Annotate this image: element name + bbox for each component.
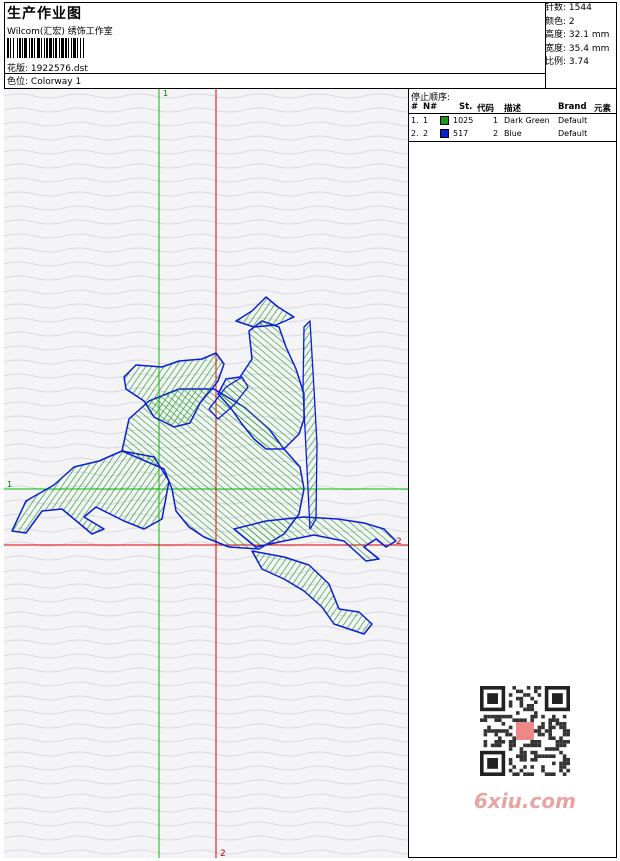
- col-element: 元素: [594, 104, 612, 114]
- row-brand: Default: [558, 129, 588, 138]
- stat-height: 高度: 32.1 mm: [545, 30, 610, 41]
- marker-top: 1: [163, 89, 168, 98]
- col-description: 描述: [504, 104, 522, 114]
- stat-colors: 颜色: 2: [545, 16, 575, 27]
- stop-sequence-panel: 停止顺序: # N# St. 代码 描述 Brand 元素 1. 1 1025 …: [409, 89, 617, 142]
- marker-bottom: 2: [220, 849, 226, 858]
- stat-scale: 比例: 3.74: [545, 57, 589, 68]
- row-description: Dark Green: [504, 116, 550, 125]
- marker-right: 2: [396, 537, 402, 547]
- design-label: 花版:: [7, 64, 29, 74]
- company-name: Wilcom(汇宏) 绣饰工作室: [7, 27, 113, 37]
- row-n: 1: [423, 116, 429, 125]
- design-canvas[interactable]: 1 1 2 2: [4, 89, 409, 858]
- row-stitches: 1025: [453, 116, 474, 125]
- color-row[interactable]: 2. 2 517 2 Blue Default: [409, 128, 617, 140]
- col-n: N#: [423, 102, 438, 112]
- header-info: 生产作业图 Wilcom(汇宏) 绣饰工作室 花版: 1922576.dst 色…: [4, 2, 546, 88]
- row-code: 2: [493, 129, 499, 138]
- row-n: 2: [423, 129, 429, 138]
- embroidery-preview: 1 1 2 2: [4, 89, 408, 858]
- colorway-value: Colorway 1: [30, 77, 82, 87]
- design-value: 1922576.dst: [30, 64, 88, 74]
- col-brand: Brand: [558, 102, 587, 112]
- color-swatch: [440, 116, 449, 125]
- qr-code: [472, 682, 582, 784]
- color-row[interactable]: 1. 1 1025 1 Dark Green Default: [409, 115, 617, 127]
- stat-stitches: 针数: 1544: [545, 3, 592, 13]
- marker-left: 1: [7, 480, 12, 489]
- row-index: 2.: [411, 129, 419, 138]
- row-brand: Default: [558, 116, 588, 125]
- row-index: 1.: [411, 116, 419, 125]
- barcode: [7, 38, 84, 58]
- row-description: Blue: [504, 129, 522, 138]
- row-code: 1: [493, 116, 499, 125]
- color-table-header: # N# St. 代码 描述 Brand 元素: [409, 101, 617, 114]
- colorway-row: 色位: Colorway 1: [7, 74, 81, 87]
- col-code: 代码: [477, 104, 495, 114]
- row-stitches: 517: [453, 129, 469, 138]
- design-file-row: 花版: 1922576.dst: [7, 61, 88, 74]
- color-swatch: [440, 129, 449, 138]
- col-hash: #: [411, 102, 419, 112]
- design-stats: 针数: 1544 颜色: 2 高度: 32.1 mm 宽度: 35.4 mm 比…: [545, 2, 609, 70]
- col-stitches: St.: [459, 102, 473, 112]
- watermark-logo: 6xiu.com: [474, 789, 576, 813]
- page-title: 生产作业图: [7, 6, 82, 22]
- stat-width: 宽度: 35.4 mm: [545, 43, 610, 54]
- header: 生产作业图 Wilcom(汇宏) 绣饰工作室 花版: 1922576.dst 色…: [4, 2, 617, 89]
- colorway-label: 色位:: [7, 77, 29, 87]
